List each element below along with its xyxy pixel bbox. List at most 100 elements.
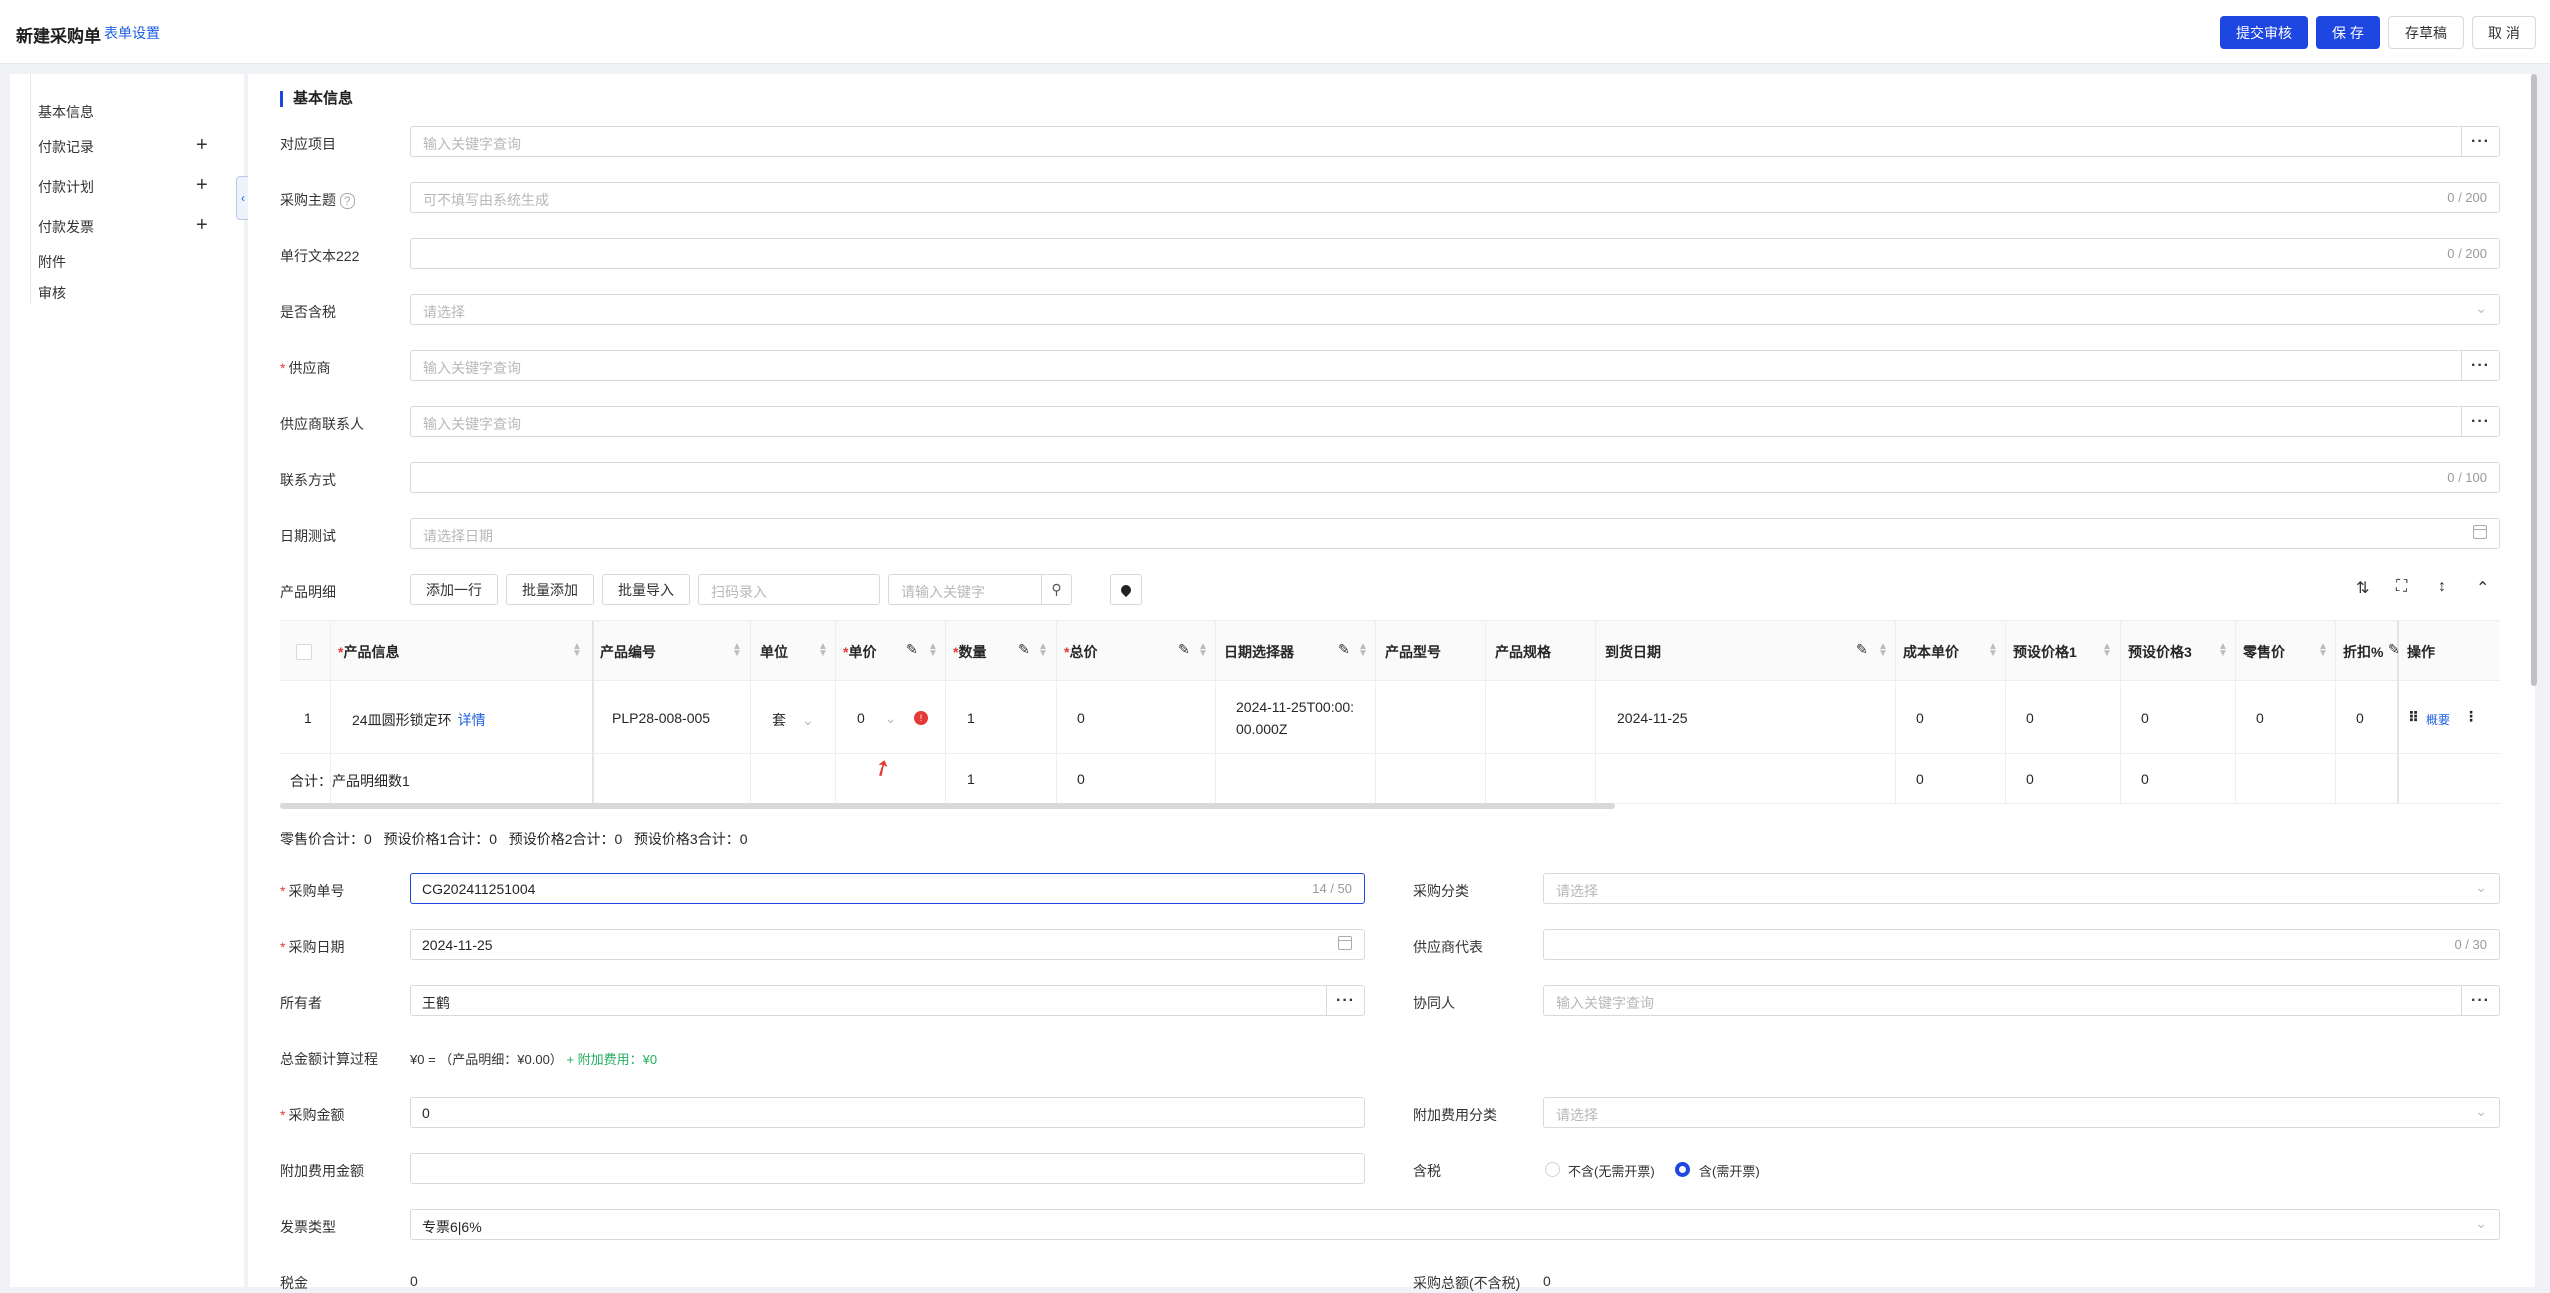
owner-input[interactable]: 王鹤 ···: [410, 985, 1365, 1016]
product-detail-link[interactable]: 详情: [458, 712, 486, 728]
plus-icon[interactable]: +: [196, 135, 208, 155]
plus-icon[interactable]: +: [196, 215, 208, 235]
text222-input[interactable]: 0 / 200: [410, 238, 2500, 269]
column-header-preset-price-1[interactable]: 预设价格1: [2013, 642, 2077, 662]
quantity-cell[interactable]: 1: [967, 710, 975, 726]
column-header-total[interactable]: *总价: [1064, 642, 1097, 662]
edit-icon[interactable]: ✎: [1178, 641, 1190, 658]
more-icon[interactable]: ···: [1326, 986, 1364, 1015]
column-header-model[interactable]: 产品型号: [1385, 642, 1441, 662]
unit-price-input[interactable]: 0 ⌄: [857, 710, 897, 727]
sidebar-item-payment-invoice[interactable]: 付款发票: [38, 217, 94, 237]
arrival-date-cell[interactable]: 2024-11-25: [1617, 710, 1688, 726]
column-header-unit[interactable]: 单位: [760, 642, 788, 662]
sort-icon[interactable]: ▲ ▼: [1988, 642, 1998, 659]
sort-icon[interactable]: ▲ ▼: [2318, 642, 2328, 659]
vertical-scrollbar[interactable]: [2531, 74, 2537, 686]
search-icon[interactable]: ⚲: [1041, 575, 1071, 604]
collaborator-input[interactable]: 输入关键字查询 ···: [1543, 985, 2500, 1016]
invoice-type-select[interactable]: 专票6|6% ⌄: [410, 1209, 2500, 1240]
batch-import-button[interactable]: 批量导入: [602, 574, 690, 605]
more-icon[interactable]: ···: [2461, 407, 2499, 436]
chevron-down-icon: ⌄: [884, 710, 897, 726]
column-header-unit-price[interactable]: *单价: [843, 642, 876, 662]
edit-icon[interactable]: ✎: [1018, 641, 1030, 658]
fullscreen-icon[interactable]: ⛶: [2396, 578, 2407, 596]
drag-handle-icon[interactable]: ⠿: [2408, 709, 2419, 726]
amount-input[interactable]: 0: [410, 1097, 1365, 1128]
column-header-discount[interactable]: 折扣%: [2343, 642, 2383, 662]
datetime-cell-line2[interactable]: 00.000Z: [1236, 721, 1287, 737]
column-header-date-picker[interactable]: 日期选择器: [1224, 642, 1294, 662]
radio-no-tax-label[interactable]: 不含(无需开票): [1568, 1161, 1655, 1180]
table-horizontal-scrollbar[interactable]: [280, 803, 1615, 809]
supplier-rep-input[interactable]: 0 / 30: [1543, 929, 2500, 960]
supplier-input[interactable]: 输入关键字查询 ···: [410, 350, 2500, 381]
sort-icon[interactable]: ▲ ▼: [1878, 642, 1888, 659]
cancel-button[interactable]: 取 消: [2472, 16, 2536, 49]
fee-category-select[interactable]: 请选择 ⌄: [1543, 1097, 2500, 1128]
tax-included-select[interactable]: 请选择 ⌄: [410, 294, 2500, 325]
edit-icon[interactable]: ✎: [906, 641, 918, 658]
radio-with-tax-label[interactable]: 含(需开票): [1699, 1161, 1760, 1180]
category-select[interactable]: 请选择 ⌄: [1543, 873, 2500, 904]
contact-method-input[interactable]: 0 / 100: [410, 462, 2500, 493]
order-date-picker[interactable]: 2024-11-25: [410, 929, 1365, 960]
field-label-collaborator: 协同人: [1413, 995, 1455, 1011]
edit-icon[interactable]: ✎: [1338, 641, 1350, 658]
edit-icon[interactable]: ✎: [1856, 641, 1868, 658]
sidebar-item-payment-plan[interactable]: 付款计划: [38, 177, 94, 197]
column-header-retail-price[interactable]: 零售价: [2243, 642, 2285, 662]
select-all-checkbox[interactable]: [296, 644, 312, 660]
sort-icon[interactable]: ▲ ▼: [732, 642, 742, 659]
sidebar-item-basic-info[interactable]: 基本信息: [38, 102, 94, 122]
sidebar-item-payment-records[interactable]: 付款记录: [38, 137, 94, 157]
sort-icon[interactable]: ▲ ▼: [928, 642, 938, 659]
more-vertical-icon[interactable]: ⋮: [2464, 708, 2478, 725]
project-input[interactable]: 输入关键字查询 ···: [410, 126, 2500, 157]
sort-icon[interactable]: ▲ ▼: [572, 642, 582, 659]
save-button[interactable]: 保 存: [2316, 16, 2380, 49]
column-header-arrival-date[interactable]: 到货日期: [1605, 642, 1661, 662]
datetime-cell-line1[interactable]: 2024-11-25T00:00:: [1236, 699, 1354, 715]
more-icon[interactable]: ···: [2461, 351, 2499, 380]
more-icon[interactable]: ···: [2461, 127, 2499, 156]
radio-no-tax[interactable]: [1545, 1162, 1560, 1177]
location-pin-button[interactable]: [1110, 574, 1142, 605]
order-no-input[interactable]: CG202411251004 14 / 50: [410, 873, 1365, 904]
batch-add-button[interactable]: 批量添加: [506, 574, 594, 605]
save-draft-button[interactable]: 存草稿: [2388, 16, 2464, 49]
column-header-cost-price[interactable]: 成本单价: [1903, 642, 1959, 662]
scan-input[interactable]: 扫码录入: [698, 574, 880, 605]
subject-input[interactable]: 可不填写由系统生成 0 / 200: [410, 182, 2500, 213]
sort-icon[interactable]: ▲ ▼: [1038, 642, 1048, 659]
fee-amount-input[interactable]: [410, 1153, 1365, 1184]
column-header-quantity[interactable]: *数量: [953, 642, 986, 662]
sidebar-item-review[interactable]: 审核: [38, 283, 66, 303]
date-test-picker[interactable]: 请选择日期: [410, 518, 2500, 549]
add-row-button[interactable]: 添加一行: [410, 574, 498, 605]
expand-vertical-icon[interactable]: ↕: [2438, 578, 2446, 596]
sort-icon[interactable]: ▲ ▼: [1198, 642, 1208, 659]
unit-select[interactable]: 套 ⌄: [772, 710, 814, 730]
product-search-input[interactable]: 请输入关键字 ⚲: [888, 574, 1072, 605]
sort-icon[interactable]: ▲ ▼: [2218, 642, 2228, 659]
sort-icon[interactable]: ▲ ▼: [2102, 642, 2112, 659]
supplier-contact-input[interactable]: 输入关键字查询 ···: [410, 406, 2500, 437]
edit-icon[interactable]: ✎: [2388, 641, 2400, 658]
column-header-spec[interactable]: 产品规格: [1495, 642, 1551, 662]
column-header-product-info[interactable]: *产品信息: [338, 642, 399, 662]
summary-action-link[interactable]: 概要: [2426, 711, 2450, 728]
sidebar-item-attachments[interactable]: 附件: [38, 252, 66, 272]
sort-icon[interactable]: ▲ ▼: [818, 642, 828, 659]
radio-with-tax[interactable]: [1675, 1162, 1690, 1177]
sort-icon[interactable]: ▲ ▼: [1358, 642, 1368, 659]
row-height-icon[interactable]: ⇅: [2356, 578, 2369, 598]
column-header-product-code[interactable]: 产品编号: [600, 642, 656, 662]
plus-icon[interactable]: +: [196, 175, 208, 195]
more-icon[interactable]: ···: [2461, 986, 2499, 1015]
submit-review-button[interactable]: 提交审核: [2220, 16, 2308, 49]
column-header-preset-price-3[interactable]: 预设价格3: [2128, 642, 2192, 662]
collapse-up-icon[interactable]: ⌃: [2476, 578, 2489, 598]
form-settings-link[interactable]: 表单设置: [104, 23, 160, 43]
